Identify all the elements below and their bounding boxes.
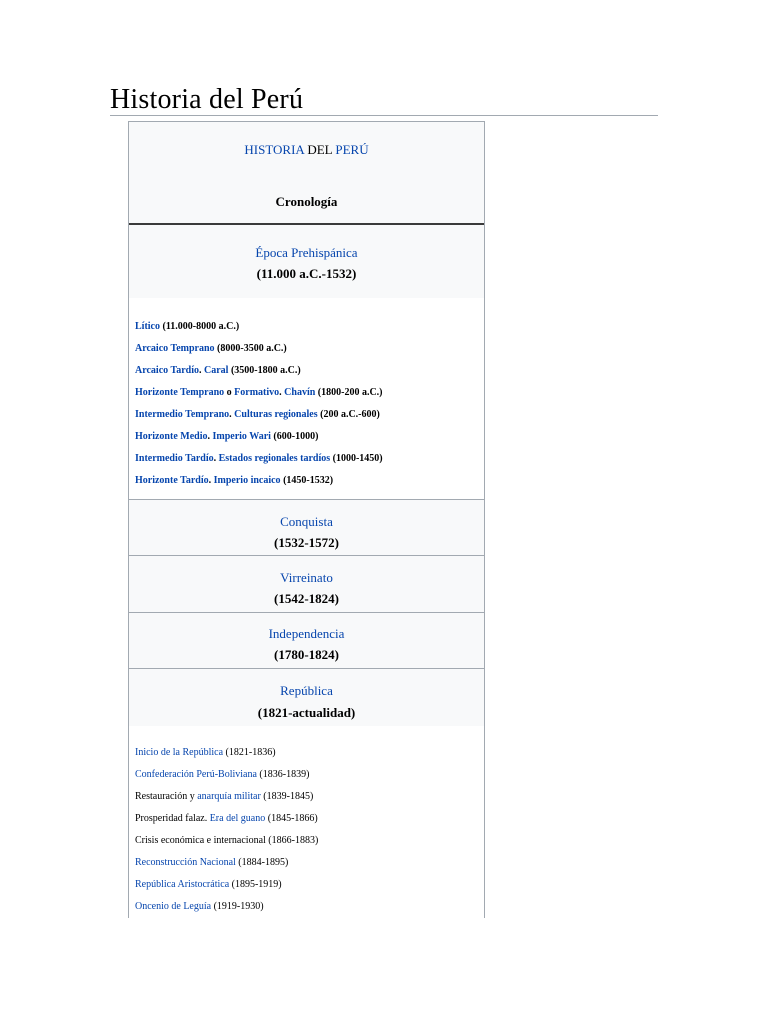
period-text: Prosperidad falaz. bbox=[135, 813, 210, 824]
section-independencia-dates: (1780-1824) bbox=[274, 647, 339, 662]
period-link[interactable]: Horizonte Tardío bbox=[135, 475, 209, 486]
list-item: Arcaico Tardío. Caral (3500-1800 a.C.) bbox=[135, 365, 301, 377]
section-conquista-dates: (1532-1572) bbox=[274, 535, 339, 550]
list-item: Horizonte Medio. Imperio Wari (600-1000) bbox=[135, 431, 318, 443]
period-text: (1450-1532) bbox=[280, 475, 334, 486]
list-item: Horizonte Temprano o Formativo. Chavín (… bbox=[135, 387, 383, 399]
list-item: Confederación Perú-Boliviana (1836-1839) bbox=[135, 769, 309, 781]
section-divider bbox=[129, 499, 484, 500]
section-virreinato-link[interactable]: Virreinato bbox=[129, 570, 484, 586]
section-independencia-link[interactable]: Independencia bbox=[129, 626, 484, 642]
section-republica-link[interactable]: República bbox=[129, 683, 484, 699]
period-text: (1884-1895) bbox=[235, 857, 289, 868]
header-del-text: DEL bbox=[304, 142, 336, 157]
period-text: (11.000-8000 a.C.) bbox=[160, 321, 240, 332]
culture-link[interactable]: Imperio Wari bbox=[212, 431, 270, 442]
list-item: Intermedio Temprano. Culturas regionales… bbox=[135, 409, 380, 421]
list-item: Prosperidad falaz. Era del guano (1845-1… bbox=[135, 813, 318, 825]
prehispanic-list: Lítico (11.000-8000 a.C.) Arcaico Tempra… bbox=[129, 298, 484, 499]
period-link[interactable]: Horizonte Temprano bbox=[135, 387, 224, 398]
period-link[interactable]: Reconstrucción Nacional bbox=[135, 857, 236, 868]
infobox-header: HISTORIA DEL PERÚ bbox=[129, 142, 484, 158]
section-virreinato-dates: (1542-1824) bbox=[274, 591, 339, 606]
header-divider bbox=[129, 223, 484, 225]
culture-link[interactable]: Chavín bbox=[284, 387, 315, 398]
culture-link[interactable]: Culturas regionales bbox=[234, 409, 317, 420]
section-conquista-link[interactable]: Conquista bbox=[129, 514, 484, 530]
period-text: (200 a.C.-600) bbox=[317, 409, 380, 420]
list-item: Lítico (11.000-8000 a.C.) bbox=[135, 321, 239, 333]
list-item: Crisis económica e internacional (1866-1… bbox=[135, 835, 318, 847]
culture-link[interactable]: Imperio incaico bbox=[214, 475, 281, 486]
historia-link[interactable]: HISTORIA bbox=[244, 142, 304, 157]
period-link[interactable]: Intermedio Tardío bbox=[135, 453, 214, 464]
period-link[interactable]: anarquía militar bbox=[197, 791, 261, 802]
period-text: (1839-1845) bbox=[260, 791, 314, 802]
section-divider bbox=[129, 612, 484, 613]
period-link[interactable]: Arcaico Temprano bbox=[135, 343, 215, 354]
period-text: (8000-3500 a.C.) bbox=[214, 343, 287, 354]
culture-link[interactable]: Estados regionales tardíos bbox=[219, 453, 331, 464]
period-text: (1800-200 a.C.) bbox=[315, 387, 383, 398]
list-item: Horizonte Tardío. Imperio incaico (1450-… bbox=[135, 475, 333, 487]
period-link[interactable]: Arcaico Tardío bbox=[135, 365, 199, 376]
period-text: (1821-1836) bbox=[223, 747, 276, 758]
list-item: Intermedio Tardío. Estados regionales ta… bbox=[135, 453, 383, 465]
section-divider bbox=[129, 555, 484, 556]
period-link[interactable]: Confederación Perú-Boliviana bbox=[135, 769, 257, 780]
period-text: (1895-1919) bbox=[229, 879, 282, 890]
period-link[interactable]: Inicio de la República bbox=[135, 747, 223, 758]
peru-link[interactable]: PERÚ bbox=[335, 142, 368, 157]
culture-link[interactable]: Caral bbox=[204, 365, 228, 376]
period-link[interactable]: Oncenio de Leguía bbox=[135, 901, 211, 912]
list-item: Reconstrucción Nacional (1884-1895) bbox=[135, 857, 288, 869]
period-link[interactable]: Lítico bbox=[135, 321, 160, 332]
period-text: (600-1000) bbox=[270, 431, 319, 442]
section-republica-dates: (1821-actualidad) bbox=[257, 705, 356, 720]
history-infobox: HISTORIA DEL PERÚ Cronología Época Prehi… bbox=[128, 121, 485, 918]
section-prehispanic-dates: (11.000 a.C.-1532) bbox=[256, 266, 357, 281]
period-link[interactable]: República Aristocrática bbox=[135, 879, 229, 890]
title-divider bbox=[110, 115, 658, 116]
page-title: Historia del Perú bbox=[110, 84, 304, 115]
period-text: (1000-1450) bbox=[330, 453, 383, 464]
list-item: Restauración y anarquía militar (1839-18… bbox=[135, 791, 313, 803]
period-link[interactable]: Horizonte Medio bbox=[135, 431, 207, 442]
list-item: Inicio de la República (1821-1836) bbox=[135, 747, 276, 759]
section-divider bbox=[129, 668, 484, 669]
infobox-subtitle: Cronología bbox=[275, 194, 338, 209]
period-text: (1845-1866) bbox=[265, 813, 318, 824]
republica-list: Inicio de la República (1821-1836) Confe… bbox=[129, 726, 484, 918]
period-text: o bbox=[224, 387, 235, 398]
list-item: Arcaico Temprano (8000-3500 a.C.) bbox=[135, 343, 287, 355]
period-link[interactable]: Intermedio Temprano bbox=[135, 409, 229, 420]
period-text: Crisis económica e internacional (1866-1… bbox=[135, 835, 319, 846]
period-link[interactable]: Formativo bbox=[234, 387, 279, 398]
period-text: (3500-1800 a.C.) bbox=[228, 365, 301, 376]
period-text: (1919-1930) bbox=[211, 901, 264, 912]
section-prehispanic-link[interactable]: Época Prehispánica bbox=[129, 245, 484, 261]
list-item: Oncenio de Leguía (1919-1930) bbox=[135, 901, 264, 913]
period-link[interactable]: Era del guano bbox=[210, 813, 266, 824]
period-text: (1836-1839) bbox=[256, 769, 310, 780]
list-item: República Aristocrática (1895-1919) bbox=[135, 879, 282, 891]
period-text: Restauración y bbox=[135, 791, 198, 802]
